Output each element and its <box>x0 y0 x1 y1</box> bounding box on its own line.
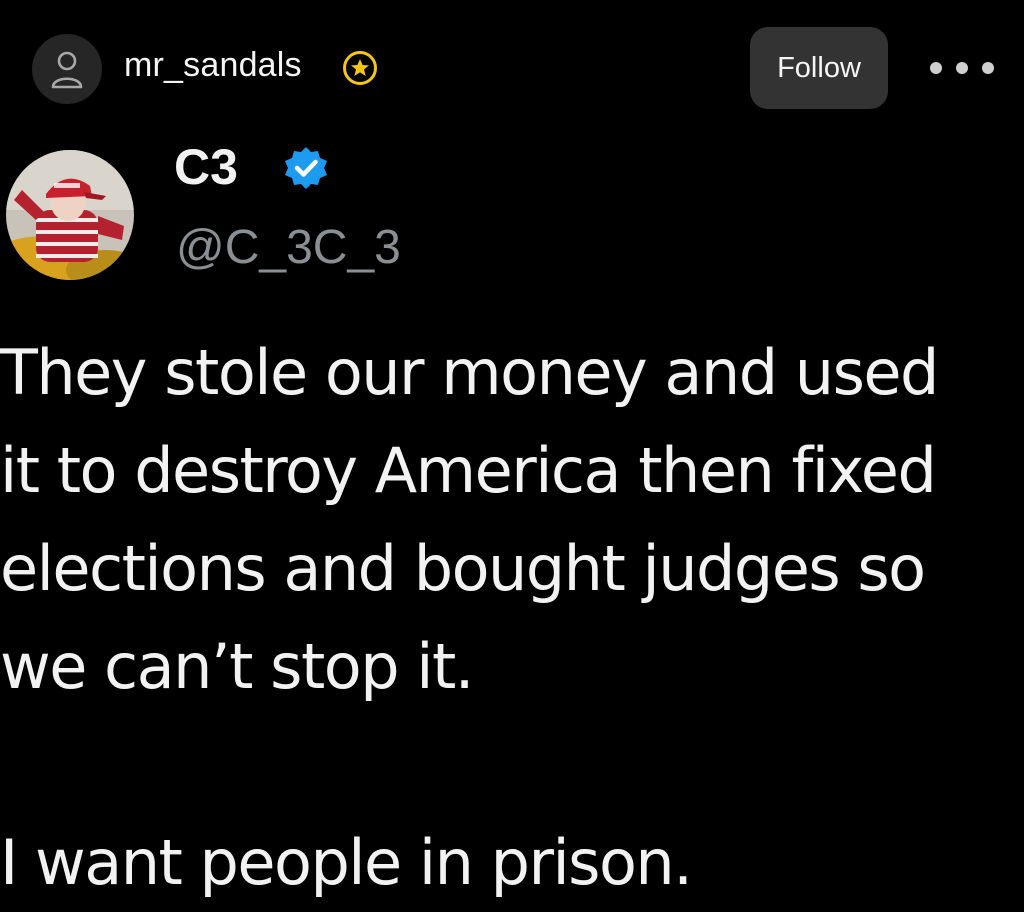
tweet-author-avatar <box>6 150 134 280</box>
ellipsis-icon <box>982 62 994 74</box>
post-author-username[interactable]: mr_sandals <box>124 46 302 85</box>
tweet-text-line: They stole our money and used <box>0 336 939 409</box>
tweet-text: They stole our money and used it to dest… <box>0 324 1024 912</box>
follow-button[interactable]: Follow <box>750 27 888 109</box>
post-header: mr_sandals Follow <box>0 0 1024 130</box>
user-icon <box>51 51 83 89</box>
tweet-text-line: we can’t stop it. <box>0 630 475 703</box>
tweet-handle[interactable]: @C_3C_3 <box>176 220 401 275</box>
tweet-text-line: elections and bought judges so <box>0 532 926 605</box>
more-options-button[interactable] <box>930 52 994 84</box>
avatar-photo <box>6 150 134 280</box>
ellipsis-icon <box>930 62 942 74</box>
tweet-display-name[interactable]: C3 <box>174 138 238 196</box>
tweet-closing-line: I want people in prison. <box>0 826 693 899</box>
ellipsis-icon <box>956 62 968 74</box>
star-badge-icon <box>343 51 377 85</box>
verified-check-icon <box>285 147 327 189</box>
tweet-text-line: it to destroy America then fixed <box>0 434 937 507</box>
user-avatar[interactable] <box>32 34 102 104</box>
